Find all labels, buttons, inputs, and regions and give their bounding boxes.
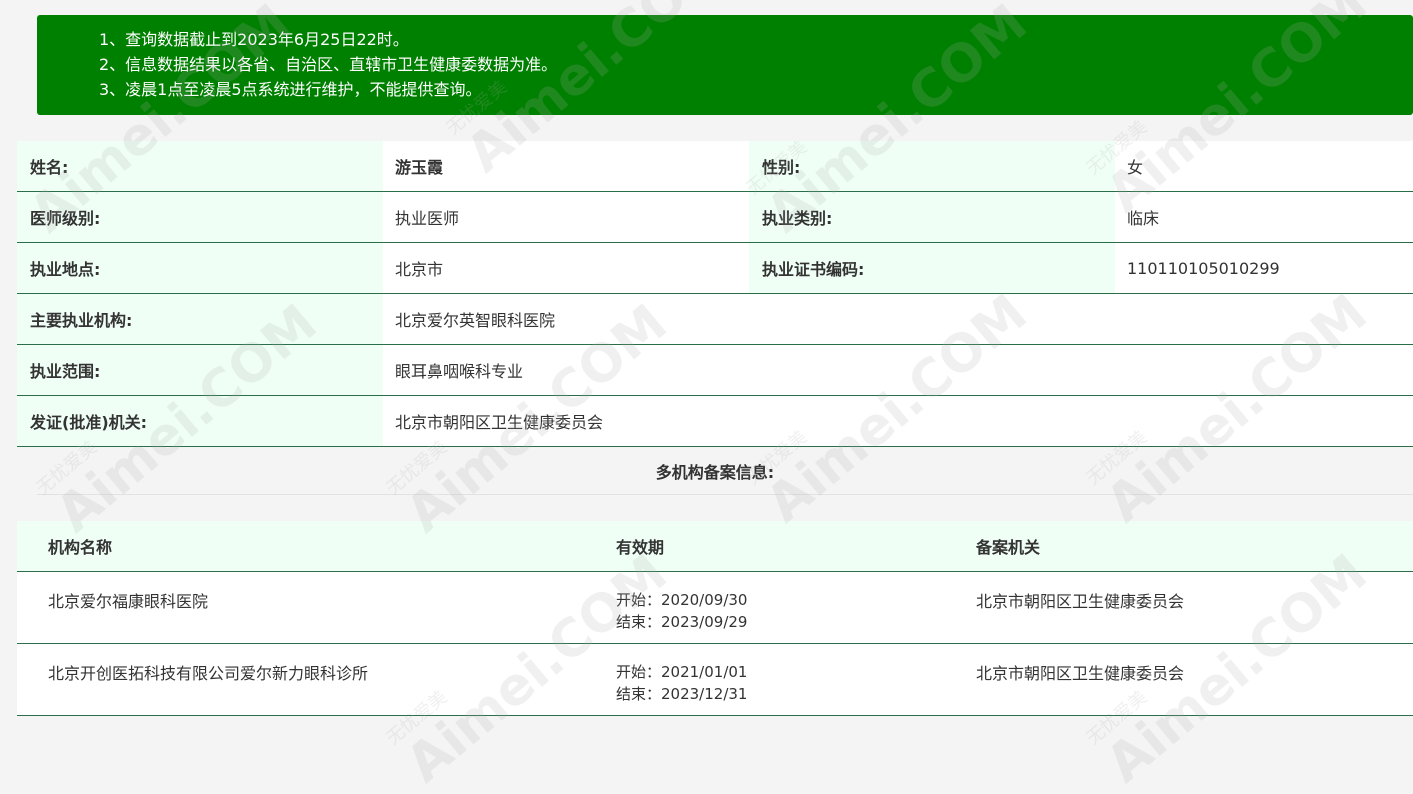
info-row: 执业地点: 北京市 执业证书编码: 110110105010299 [17, 243, 1413, 294]
column-header-institution: 机构名称 [48, 538, 113, 557]
gender-value: 女 [1127, 158, 1144, 177]
info-row: 发证(批准)机关: 北京市朝阳区卫生健康委员会 [17, 396, 1413, 447]
table-row: 北京爱尔福康眼科医院 开始：2020/09/30 结束：2023/09/29 北… [17, 572, 1413, 644]
institution-name: 北京爱尔福康眼科医院 [48, 592, 209, 611]
scope-label: 执业范围: [17, 345, 383, 395]
level-label: 医师级别: [17, 192, 383, 242]
divider [37, 494, 1413, 495]
registration-table: 机构名称 有效期 备案机关 北京爱尔福康眼科医院 开始：2020/09/30 结… [17, 521, 1413, 716]
info-row: 医师级别: 执业医师 执业类别: 临床 [17, 192, 1413, 243]
info-row: 主要执业机构: 北京爱尔英智眼科医院 [17, 294, 1413, 345]
validity-period: 开始：2020/09/30 结束：2023/09/29 [616, 572, 976, 643]
authority-label: 发证(批准)机关: [17, 396, 383, 446]
authority-value: 北京市朝阳区卫生健康委员会 [395, 413, 604, 432]
category-value: 临床 [1127, 209, 1160, 228]
table-header: 机构名称 有效期 备案机关 [17, 521, 1413, 572]
registration-authority: 北京市朝阳区卫生健康委员会 [976, 592, 1185, 611]
institution-name: 北京开创医拓科技有限公司爱尔新力眼科诊所 [48, 664, 369, 683]
column-header-authority: 备案机关 [976, 538, 1041, 557]
institution-value: 北京爱尔英智眼科医院 [395, 311, 556, 330]
gender-label: 性别: [749, 141, 1115, 191]
end-date: 结束：2023/12/31 [616, 685, 748, 703]
scope-value: 眼耳鼻咽喉科专业 [395, 362, 524, 381]
category-label: 执业类别: [749, 192, 1115, 242]
info-row: 执业范围: 眼耳鼻咽喉科专业 [17, 345, 1413, 396]
name-value: 游玉霞 [395, 158, 444, 177]
validity-period: 开始：2021/01/01 结束：2023/12/31 [616, 644, 976, 715]
notice-line: 2、信息数据结果以各省、自治区、直辖市卫生健康委数据为准。 [99, 55, 558, 74]
column-header-validity: 有效期 [616, 538, 665, 557]
notice-line: 1、查询数据截止到2023年6月25日22时。 [99, 30, 409, 49]
level-value: 执业医师 [395, 209, 460, 228]
table-row: 北京开创医拓科技有限公司爱尔新力眼科诊所 开始：2021/01/01 结束：20… [17, 644, 1413, 716]
doctor-info-table: 姓名: 游玉霞 性别: 女 医师级别: 执业医师 执业类别: 临床 执业地点: … [17, 141, 1413, 447]
multi-registration-title: 多机构备案信息: [17, 448, 1413, 494]
cert-value: 110110105010299 [1127, 258, 1280, 278]
start-date: 开始：2021/01/01 [616, 663, 748, 681]
location-label: 执业地点: [17, 243, 383, 293]
end-date: 结束：2023/09/29 [616, 613, 748, 631]
name-label: 姓名: [17, 141, 383, 191]
info-row: 姓名: 游玉霞 性别: 女 [17, 141, 1413, 192]
notice-line: 3、凌晨1点至凌晨5点系统进行维护，不能提供查询。 [99, 80, 482, 99]
location-value: 北京市 [395, 260, 444, 279]
notice-banner: 1、查询数据截止到2023年6月25日22时。 2、信息数据结果以各省、自治区、… [37, 15, 1413, 115]
cert-label: 执业证书编码: [749, 243, 1115, 293]
start-date: 开始：2020/09/30 [616, 591, 748, 609]
registration-authority: 北京市朝阳区卫生健康委员会 [976, 664, 1185, 683]
institution-label: 主要执业机构: [17, 294, 383, 344]
